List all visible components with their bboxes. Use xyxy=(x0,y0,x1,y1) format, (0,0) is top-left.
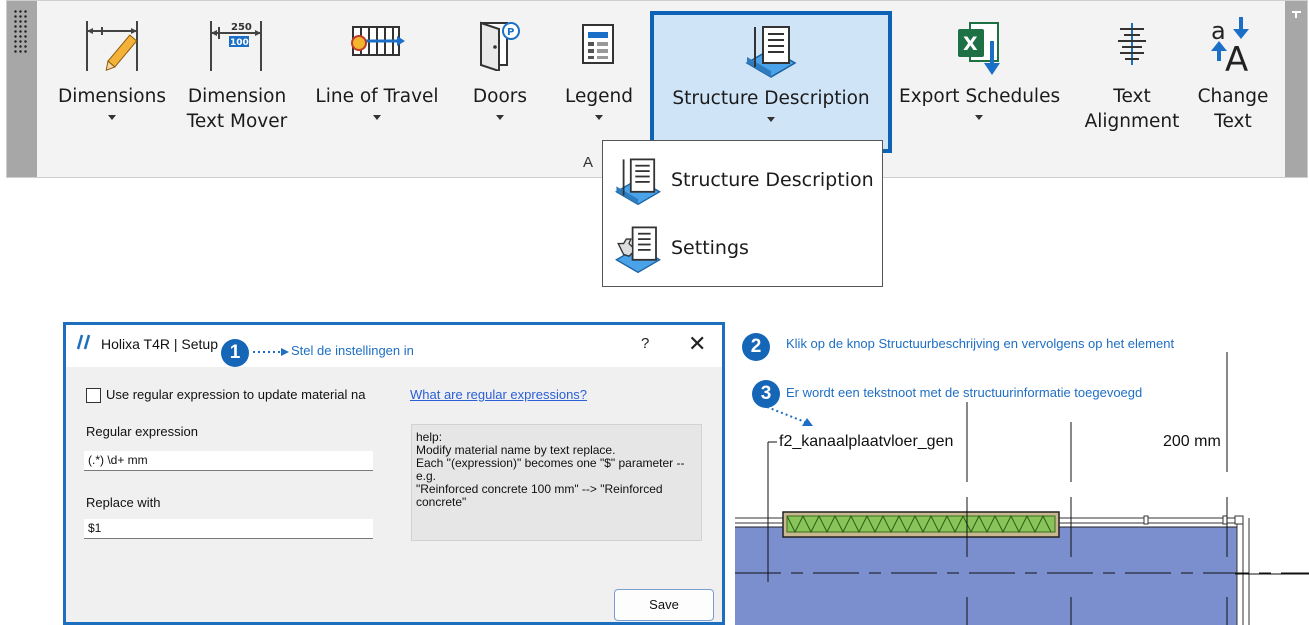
structure-description-button[interactable]: Structure Description xyxy=(650,11,892,153)
callout-text-3: Er wordt een tekstnoot met de structuuri… xyxy=(786,385,1143,400)
floor-slab xyxy=(735,527,1237,625)
chevron-down-icon xyxy=(51,113,173,120)
floor-element xyxy=(782,511,1060,538)
drawing-canvas[interactable]: 2 Klik op de knop Structuurbeschrijving … xyxy=(735,322,1309,625)
export-schedules-label: Export Schedules xyxy=(899,86,1061,107)
panel-title: A xyxy=(583,154,594,171)
svg-text:250: 250 xyxy=(231,22,252,33)
chevron-down-icon xyxy=(553,113,645,120)
chevron-down-icon xyxy=(654,115,888,122)
svg-text:X: X xyxy=(963,33,978,55)
dropdown-item-settings[interactable]: Settings xyxy=(603,215,882,281)
dialog-title: Holixa T4R | Setup xyxy=(101,336,218,352)
dimension-text-mover-icon: 250 100 xyxy=(205,19,269,80)
setup-dialog: Holixa T4R | Setup ? ✕ 1 Stel de instell… xyxy=(63,322,725,625)
callout-text-1: Stel de instellingen in xyxy=(291,343,414,358)
text-alignment-label-2: Alignment xyxy=(1084,111,1180,132)
dimensions-label: Dimensions xyxy=(58,86,166,107)
doors-button[interactable]: P Doors xyxy=(455,1,545,177)
svg-text:P: P xyxy=(507,27,514,38)
dropdown-item-label: Settings xyxy=(671,237,749,259)
chevron-down-icon xyxy=(455,113,545,120)
text-alignment-label-1: Text xyxy=(1113,86,1151,107)
dimensions-button[interactable]: Dimensions xyxy=(51,1,173,177)
dimension-pencil-icon xyxy=(82,19,142,80)
regex-label: Regular expression xyxy=(86,424,199,439)
line-of-travel-icon xyxy=(347,19,407,72)
holixa-logo-icon xyxy=(76,334,91,355)
callout-badge-1: 1 xyxy=(221,339,249,367)
callout-arrow-1 xyxy=(253,348,289,356)
use-regex-checkbox[interactable] xyxy=(86,388,101,403)
change-text-icon: a A xyxy=(1205,13,1261,80)
minimize-panel-icon[interactable] xyxy=(1292,11,1301,20)
structure-description-label: Structure Description xyxy=(672,88,870,109)
structure-description-dropdown: Structure Description Settings xyxy=(602,140,883,287)
use-regex-label: Use regular expression to update materia… xyxy=(106,387,366,402)
text-alignment-button[interactable]: Text Alignment xyxy=(1081,1,1183,177)
structure-description-icon xyxy=(611,155,665,212)
close-icon[interactable]: ✕ xyxy=(688,331,706,357)
replace-with-input[interactable]: $1 xyxy=(84,519,373,539)
drawing-svg xyxy=(735,352,1309,625)
structure-text-note[interactable]: f2_kanaalplaatvloer_gen xyxy=(779,433,953,451)
svg-text:100: 100 xyxy=(230,38,249,48)
ribbon-right-bar xyxy=(1285,1,1307,177)
dropdown-item-structure-description[interactable]: Structure Description xyxy=(603,147,882,213)
callout-badge-3: 3 xyxy=(752,380,780,408)
excel-export-icon: X xyxy=(954,19,1004,80)
legend-icon xyxy=(579,19,619,74)
dimension-text-mover-label-2: Text Mover xyxy=(186,111,288,132)
dimension-text-mover-label-1: Dimension xyxy=(187,86,287,107)
chevron-down-icon xyxy=(307,113,447,120)
ribbon-left-bar xyxy=(7,1,37,177)
dropdown-item-label: Structure Description xyxy=(671,169,874,191)
door-icon: P xyxy=(477,19,523,76)
change-text-label-2: Text xyxy=(1214,111,1252,132)
line-of-travel-label: Line of Travel xyxy=(315,86,439,107)
change-text-label-1: Change xyxy=(1197,86,1269,107)
replace-with-label: Replace with xyxy=(86,495,161,510)
svg-text:A: A xyxy=(1225,40,1248,73)
change-text-button[interactable]: a A Change Text xyxy=(1187,1,1279,177)
export-schedules-button[interactable]: X Export Schedules xyxy=(899,1,1061,177)
svg-text:a: a xyxy=(1211,17,1226,45)
callout-badge-2: 2 xyxy=(742,333,770,361)
settings-icon xyxy=(611,223,665,280)
callout-text-2: Klik op de knop Structuurbeschrijving en… xyxy=(786,336,1175,351)
save-button[interactable]: Save xyxy=(614,589,714,621)
text-alignment-icon xyxy=(1112,19,1152,72)
chevron-down-icon xyxy=(899,113,1059,120)
legend-label: Legend xyxy=(565,86,633,107)
help-button[interactable]: ? xyxy=(641,335,649,352)
dimension-text-mover-button[interactable]: 250 100 Dimension Text Mover xyxy=(179,1,295,177)
structure-description-icon xyxy=(741,23,801,84)
regex-input[interactable]: (.*) \d+ mm xyxy=(84,451,373,471)
dimension-value-text: 200 mm xyxy=(1163,433,1221,450)
regex-help-link[interactable]: What are regular expressions? xyxy=(410,387,587,402)
grip-handle-icon[interactable] xyxy=(13,9,29,55)
doors-label: Doors xyxy=(472,86,528,107)
help-text-box: help: Modify material name by text repla… xyxy=(411,424,702,541)
line-of-travel-button[interactable]: Line of Travel xyxy=(307,1,447,177)
